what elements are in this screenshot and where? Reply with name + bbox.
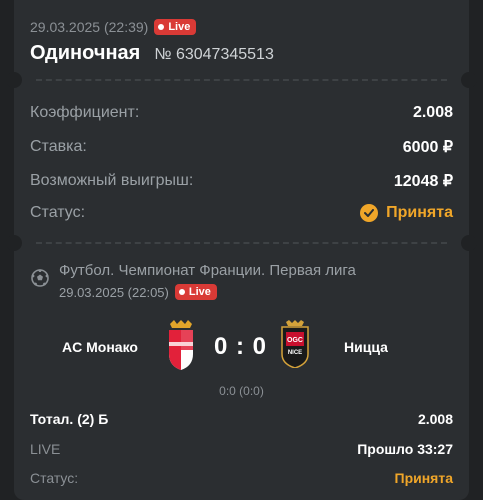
svg-text:OGC: OGC <box>287 337 303 344</box>
elapsed-time: Прошло 33:27 <box>357 441 453 457</box>
svg-text:NICE: NICE <box>288 350 302 356</box>
perforation-notch-left <box>6 235 22 251</box>
status-value: Принята <box>386 204 453 221</box>
live-dot-icon <box>158 24 165 30</box>
coef-row: Коэффициент: 2.008 <box>30 104 453 122</box>
stake-value: 6000 ₽ <box>402 139 453 156</box>
market-row: Тотал. (2) Б 2.008 <box>30 411 453 427</box>
coef-value: 2.008 <box>412 104 453 121</box>
league-name[interactable]: Футбол. Чемпионат Франции. Первая лига <box>59 262 356 279</box>
event-datetime: 29.03.2025 (22:05) Live <box>59 284 217 300</box>
coef-label: Коэффициент: <box>30 104 140 121</box>
soccer-ball-icon <box>31 269 49 287</box>
possible-win-value: 12048 ₽ <box>393 173 453 190</box>
match-score: 0 : 0 <box>214 333 268 360</box>
bet-type-title: Одиночная <box>30 42 141 64</box>
market-label: Тотал. (2) Б <box>30 411 109 427</box>
coupon-header: Одиночная № 63047345513 <box>30 42 274 65</box>
live-badge: Live <box>154 19 197 35</box>
away-team-name: Ницца <box>344 339 388 355</box>
possible-win-row: Возможный выигрыш: 12048 ₽ <box>30 171 453 191</box>
bet-number[interactable]: № 63047345513 <box>154 46 274 64</box>
perforation-divider <box>36 242 447 244</box>
period-score: 0:0 (0:0) <box>219 384 264 398</box>
status-badge: Принята <box>360 204 453 222</box>
market-odds: 2.008 <box>417 411 453 427</box>
perforation-notch-left <box>6 72 22 88</box>
status-label: Статус: <box>30 204 86 221</box>
coupon-datetime: 29.03.2025 (22:39) Live <box>30 19 197 35</box>
live-badge: Live <box>174 284 217 300</box>
live-badge-label: Live <box>188 286 211 298</box>
status-row: Статус: Принята <box>30 204 453 222</box>
stake-label: Ставка: <box>30 138 87 155</box>
coupon-datetime-text: 29.03.2025 (22:39) <box>30 19 149 35</box>
bet-card: 29.03.2025 (22:39) Live Одиночная № 6304… <box>6 0 477 500</box>
stake-row: Ставка: 6000 ₽ <box>30 137 453 157</box>
monaco-crest-icon <box>169 320 193 370</box>
live-row: LIVE Прошло 33:27 <box>30 441 453 457</box>
possible-win-label: Возможный выигрыш: <box>30 172 194 189</box>
perforation-notch-right <box>461 72 477 88</box>
live-text: LIVE <box>30 441 61 457</box>
event-status-row: Статус: Принята <box>30 470 453 486</box>
perforation-divider <box>36 79 447 81</box>
nice-crest-icon: OGC NICE <box>281 320 309 368</box>
event-status-value: Принята <box>394 470 454 486</box>
event-status-label: Статус: <box>30 470 79 486</box>
event-datetime-text: 29.03.2025 (22:05) <box>59 284 169 300</box>
home-team-name: AC Монако <box>62 339 138 355</box>
check-circle-icon <box>360 204 379 222</box>
live-dot-icon <box>178 289 185 295</box>
live-badge-label: Live <box>168 21 191 33</box>
perforation-notch-right <box>461 235 477 251</box>
